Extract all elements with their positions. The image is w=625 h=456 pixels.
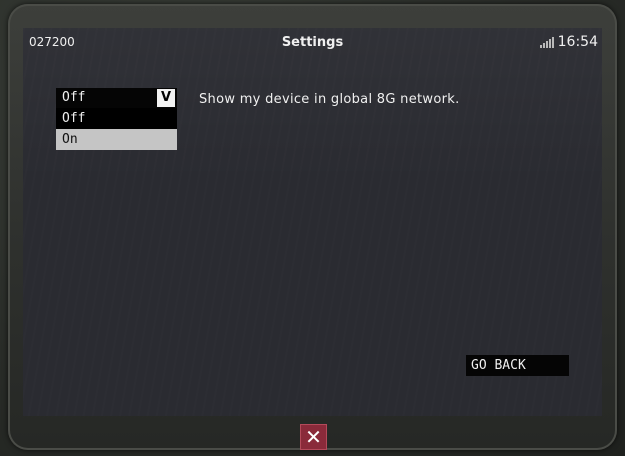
status-bar: 027200 Settings 16:54 xyxy=(23,28,602,56)
status-right: 16:54 xyxy=(539,34,598,50)
clock: 16:54 xyxy=(557,34,598,50)
chevron-down-icon[interactable]: V xyxy=(157,89,175,107)
network-visibility-dropdown[interactable]: Off V Off On xyxy=(56,88,177,150)
page-title: Settings xyxy=(281,35,344,50)
dropdown-selected-label: Off xyxy=(62,90,86,105)
device-frame: 027200 Settings 16:54 Off V Off On Show … xyxy=(0,0,625,456)
dropdown-option-on[interactable]: On xyxy=(56,129,177,150)
close-icon[interactable]: ✕ xyxy=(300,424,327,450)
setting-label: Show my device in global 8G network. xyxy=(199,92,460,107)
device-screen: 027200 Settings 16:54 Off V Off On Show … xyxy=(23,28,602,416)
go-back-button[interactable]: GO BACK xyxy=(466,355,569,376)
dropdown-selected-value[interactable]: Off V xyxy=(56,88,177,108)
signal-icon xyxy=(539,36,554,48)
dropdown-option-off[interactable]: Off xyxy=(56,108,177,129)
